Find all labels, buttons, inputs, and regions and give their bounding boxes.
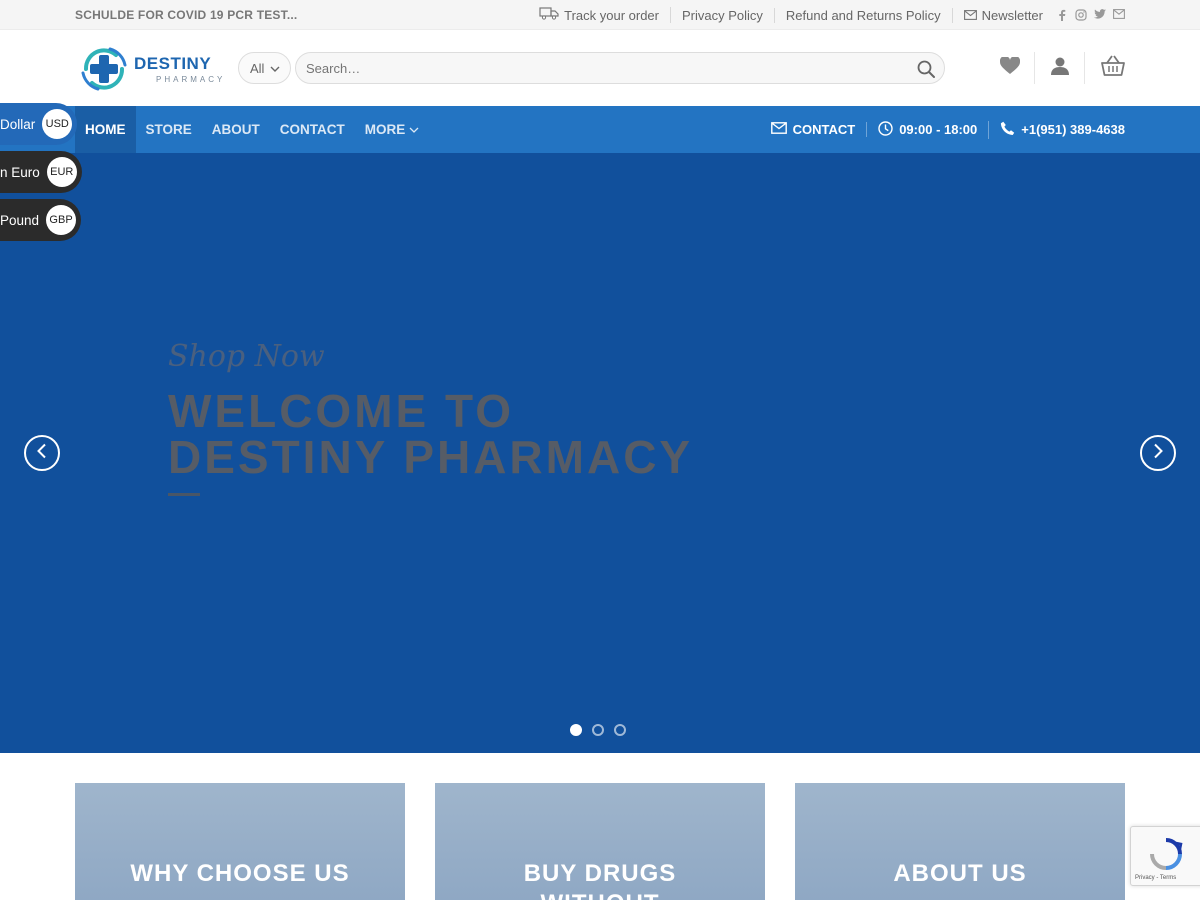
nav-item-store[interactable]: STORE bbox=[136, 106, 202, 153]
refund-policy-label: Refund and Returns Policy bbox=[785, 7, 941, 23]
search-box bbox=[295, 52, 945, 84]
hero-tagline: Shop Now bbox=[168, 339, 325, 374]
clock-icon bbox=[878, 120, 893, 139]
heart-icon bbox=[999, 55, 1020, 80]
newsletter-link[interactable]: Newsletter bbox=[953, 8, 1054, 23]
nav-label-store: STORE bbox=[145, 122, 192, 137]
refund-policy-link[interactable]: Refund and Returns Policy bbox=[775, 7, 953, 23]
track-order-label: Track your order bbox=[564, 7, 659, 23]
email-icon[interactable] bbox=[1113, 9, 1125, 21]
hero-title-line-2: DESTINY PHARMACY bbox=[168, 431, 694, 483]
social-icons bbox=[1056, 9, 1125, 21]
nav-label-more: MORE bbox=[364, 122, 406, 137]
nav-label-about: ABOUT bbox=[211, 122, 260, 137]
slider-dot-1[interactable] bbox=[570, 724, 582, 736]
basket-icon bbox=[1101, 55, 1125, 81]
chevron-right-icon bbox=[1152, 443, 1164, 464]
buy-drugs-card[interactable]: BUY DRUGS WITHOUT bbox=[435, 783, 765, 900]
category-select[interactable]: All bbox=[238, 52, 291, 84]
card-title: BUY DRUGS bbox=[523, 860, 677, 887]
header-icons bbox=[985, 52, 1125, 84]
hero-title: WELCOME TO DESTINY PHARMACY bbox=[168, 388, 693, 480]
category-select-value: All bbox=[250, 60, 265, 76]
about-us-card[interactable]: ABOUT US bbox=[795, 783, 1125, 900]
chevron-down-icon bbox=[409, 122, 419, 137]
instagram-icon[interactable] bbox=[1075, 9, 1087, 21]
why-choose-us-card[interactable]: WHY CHOOSE US bbox=[75, 783, 405, 900]
opening-hours-label: 09:00 - 18:00 bbox=[899, 122, 978, 137]
opening-hours[interactable]: 09:00 - 18:00 bbox=[867, 120, 990, 139]
site-header: DESTINY PHARMACY All bbox=[0, 30, 1200, 106]
nav-item-contact[interactable]: CONTACT bbox=[270, 106, 355, 153]
currency-name: n Euro bbox=[0, 164, 40, 180]
envelope-icon bbox=[770, 122, 787, 137]
recaptcha-icon bbox=[1149, 837, 1183, 876]
nav-contact-link[interactable]: CONTACT bbox=[760, 122, 868, 137]
currency-code: EUR bbox=[46, 157, 77, 187]
slider-dot-2[interactable] bbox=[592, 724, 604, 736]
envelope-icon bbox=[963, 8, 977, 23]
currency-name: Dollar bbox=[0, 116, 36, 132]
wishlist-button[interactable] bbox=[985, 52, 1035, 84]
logo-text: DESTINY PHARMACY bbox=[134, 54, 225, 84]
track-order-link[interactable]: Track your order bbox=[528, 7, 671, 23]
truck-icon bbox=[539, 7, 559, 23]
logo-subtitle: PHARMACY bbox=[156, 75, 226, 84]
main-nav: HOME STORE ABOUT CONTACT MORE CONTACT 09… bbox=[0, 106, 1200, 153]
currency-eur[interactable]: n Euro EUR bbox=[0, 151, 82, 193]
slider-prev-button[interactable] bbox=[24, 435, 60, 471]
currency-usd[interactable]: Dollar USD bbox=[0, 103, 78, 145]
top-links: Track your order Privacy Policy Refund a… bbox=[528, 0, 1125, 30]
card-title: WHY CHOOSE US bbox=[130, 860, 350, 887]
slider-next-button[interactable] bbox=[1140, 435, 1176, 471]
user-icon bbox=[1050, 57, 1070, 80]
chevron-left-icon bbox=[36, 443, 48, 464]
hero-slider: Shop Now WELCOME TO DESTINY PHARMACY bbox=[0, 153, 1200, 753]
slider-dots bbox=[570, 724, 626, 736]
recaptcha-badge[interactable]: Privacy - Terms bbox=[1130, 826, 1200, 886]
nav-contact-info: CONTACT 09:00 - 18:00 +1(951) 389-4638 bbox=[760, 106, 1125, 153]
logo-brand: DESTINY bbox=[134, 54, 212, 73]
search-icon[interactable] bbox=[916, 59, 936, 79]
nav-item-more[interactable]: MORE bbox=[355, 106, 430, 153]
top-bar: SCHULDE FOR COVID 19 PCR TEST... Track y… bbox=[0, 0, 1200, 30]
twitter-icon[interactable] bbox=[1094, 9, 1106, 21]
chevron-down-icon bbox=[270, 61, 280, 76]
recaptcha-links[interactable]: Privacy - Terms bbox=[1135, 875, 1176, 881]
phone-label: +1(951) 389-4638 bbox=[1021, 122, 1125, 137]
slider-dot-3[interactable] bbox=[614, 724, 626, 736]
nav-label-contact: CONTACT bbox=[279, 122, 345, 137]
newsletter-label: Newsletter bbox=[981, 7, 1043, 23]
cart-button[interactable] bbox=[1085, 52, 1125, 84]
currency-name: Pound bbox=[0, 212, 40, 228]
currency-code: GBP bbox=[46, 205, 77, 235]
nav-menu: HOME STORE ABOUT CONTACT MORE bbox=[75, 106, 429, 153]
search-input[interactable] bbox=[296, 53, 896, 83]
phone-icon bbox=[1000, 121, 1015, 139]
phone-link[interactable]: +1(951) 389-4638 bbox=[989, 121, 1125, 139]
nav-contact-label: CONTACT bbox=[792, 122, 856, 137]
hero-divider bbox=[168, 493, 200, 496]
account-button[interactable] bbox=[1035, 52, 1085, 84]
announcement-link[interactable]: SCHULDE FOR COVID 19 PCR TEST... bbox=[75, 8, 297, 22]
facebook-icon[interactable] bbox=[1056, 9, 1068, 21]
hero-title-line-1: WELCOME TO bbox=[168, 385, 515, 437]
logo-cross-icon bbox=[78, 43, 130, 95]
nav-label-home: HOME bbox=[85, 122, 126, 137]
currency-code: USD bbox=[42, 109, 73, 139]
card-title: ABOUT US bbox=[893, 860, 1027, 887]
currency-gbp[interactable]: Pound GBP bbox=[0, 199, 82, 241]
privacy-policy-link[interactable]: Privacy Policy bbox=[671, 7, 775, 23]
site-logo[interactable]: DESTINY PHARMACY bbox=[78, 43, 222, 95]
card-title-line-2: WITHOUT bbox=[435, 891, 765, 900]
nav-item-home[interactable]: HOME bbox=[75, 106, 136, 153]
privacy-policy-label: Privacy Policy bbox=[682, 7, 763, 23]
nav-item-about[interactable]: ABOUT bbox=[202, 106, 270, 153]
